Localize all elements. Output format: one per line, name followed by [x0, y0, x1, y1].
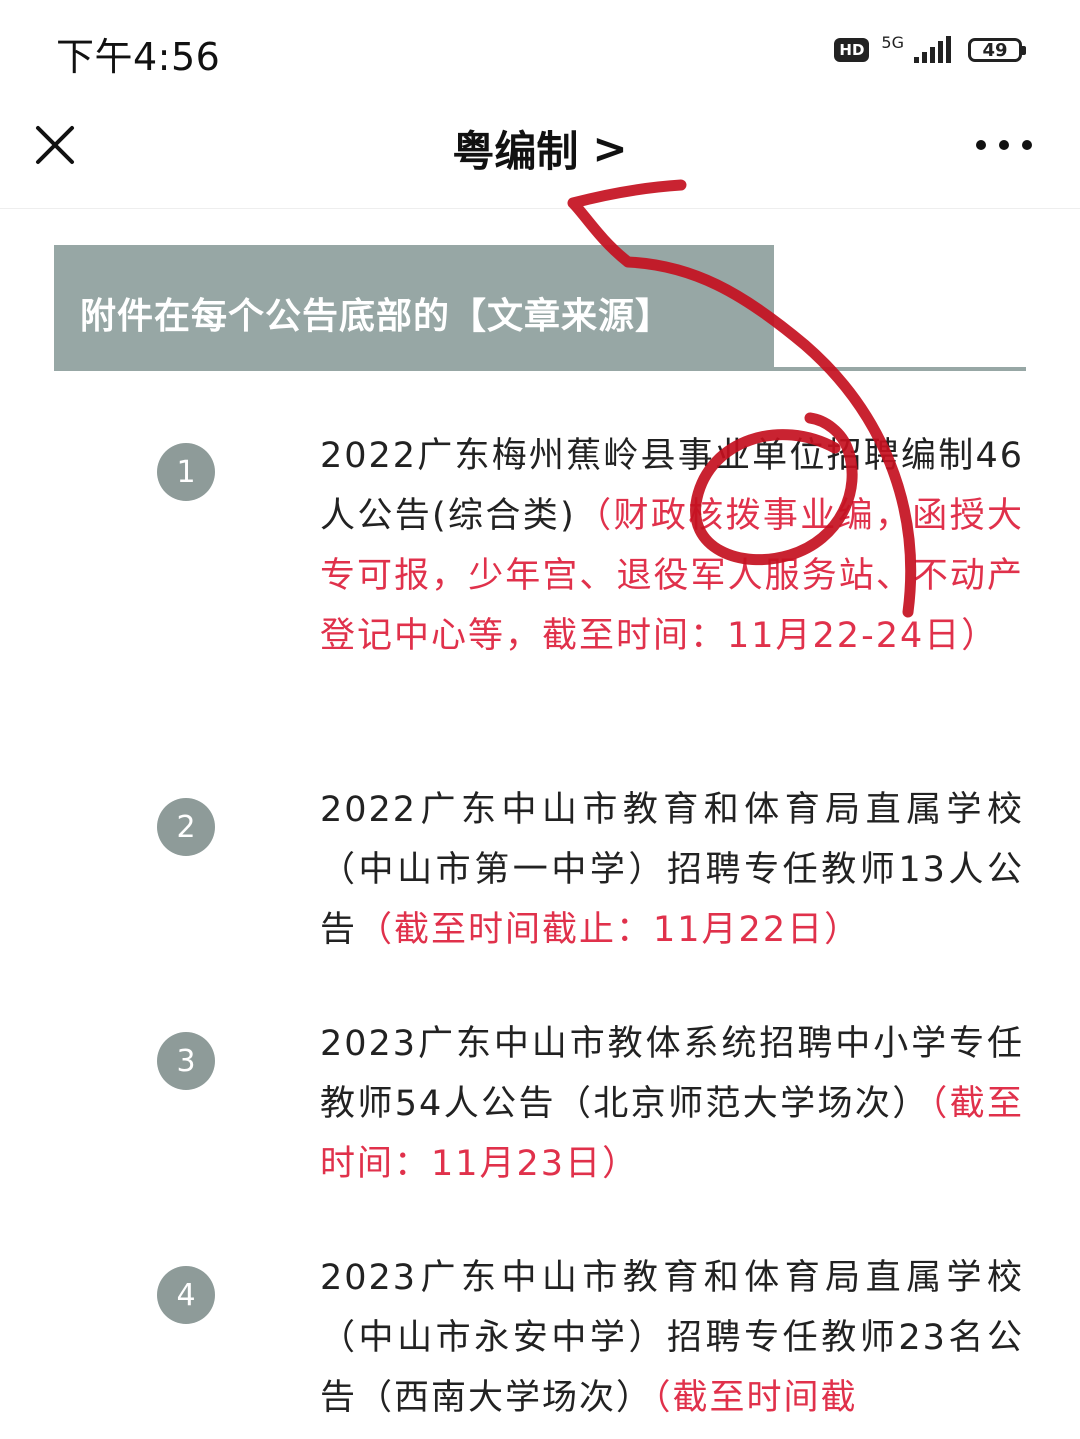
number-badge: 3	[157, 1032, 215, 1090]
notice-link[interactable]: 2022广东中山市教育和体育局直属学校（中山市第一中学）招聘专任教师13人公告（…	[320, 780, 1024, 960]
notice-link[interactable]: 2022广东梅州蕉岭县事业单位招聘编制46人公告(综合类)（财政核拨事业编，函授…	[320, 426, 1024, 666]
notice-title: 2023广东中山市教体系统招聘中小学专任教师54人公告（北京师范大学场次）	[320, 1024, 1024, 1124]
number-badge: 2	[157, 798, 215, 856]
notice-deadline: （截至时间截	[653, 1378, 858, 1418]
notice-list: 1 2022广东梅州蕉岭县事业单位招聘编制46人公告(综合类)（财政核拨事业编，…	[0, 0, 1080, 1439]
notice-link[interactable]: 2023广东中山市教育和体育局直属学校（中山市永安中学）招聘专任教师23名公告（…	[320, 1248, 1024, 1428]
notice-link[interactable]: 2023广东中山市教体系统招聘中小学专任教师54人公告（北京师范大学场次）（截至…	[320, 1014, 1024, 1194]
number-badge: 4	[157, 1266, 215, 1324]
notice-deadline: （截至时间截止：11月22日）	[357, 910, 862, 950]
number-badge: 1	[157, 443, 215, 501]
